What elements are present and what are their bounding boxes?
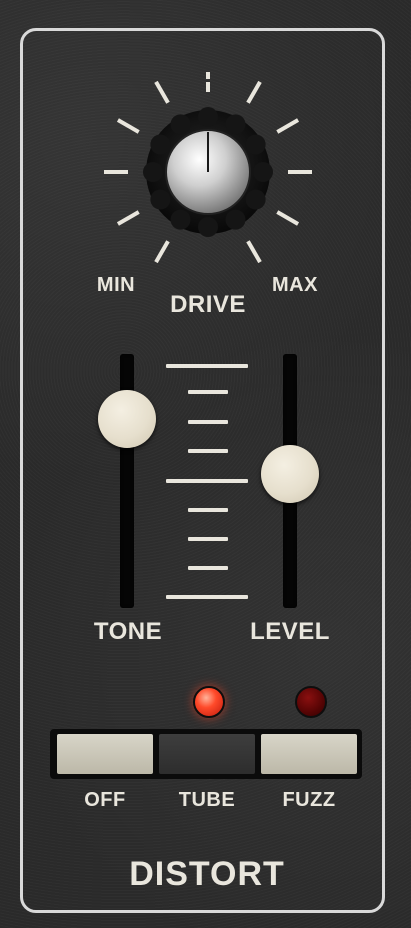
tube-button[interactable] [159,734,255,774]
knob-grip [225,114,246,135]
tone-slider-thumb[interactable] [98,390,156,448]
drive-tick [246,240,262,264]
distort-module-panel: MIN MAX DRIVE TONE LEVEL OFF TUBE FUZZ D… [0,0,411,928]
scale-line [188,449,228,453]
mode-switch-bar [50,729,362,779]
knob-grip [245,134,266,155]
drive-min-label: MIN [96,274,136,296]
drive-tick [154,80,170,104]
drive-tick [116,210,140,226]
module-title: DISTORT [129,855,285,893]
knob-grip [150,189,171,210]
fuzz-led-icon [295,686,327,718]
scale-line [166,479,248,483]
drive-tick [246,80,262,104]
scale-line [166,364,248,368]
knob-grip [143,162,163,182]
scale-line [188,537,228,541]
tone-label: TONE [93,618,163,645]
knob-grip [150,134,171,155]
knob-grip [170,114,191,135]
level-slider-thumb[interactable] [261,445,319,503]
knob-grip [245,189,266,210]
drive-tick [276,210,300,226]
off-button[interactable] [57,734,153,774]
off-label: OFF [84,789,126,811]
tube-led-icon [193,686,225,718]
drive-tick [116,118,140,134]
knob-grip [198,107,218,127]
fuzz-label: FUZZ [282,789,336,811]
scale-line [188,508,228,512]
knob-grip [170,209,191,230]
scale-line [188,390,228,394]
tube-label: TUBE [178,789,236,811]
fuzz-button[interactable] [261,734,357,774]
drive-max-label: MAX [272,274,318,296]
drive-label: DRIVE [170,291,246,318]
scale-line [166,595,248,599]
knob-grip [253,162,273,182]
drive-tick [154,240,170,264]
scale-line [188,420,228,424]
scale-line [188,566,228,570]
drive-tick [276,118,300,134]
knob-grip [198,217,218,237]
drive-knob[interactable] [60,60,360,310]
knob-grip [225,209,246,230]
level-label: LEVEL [250,618,330,645]
